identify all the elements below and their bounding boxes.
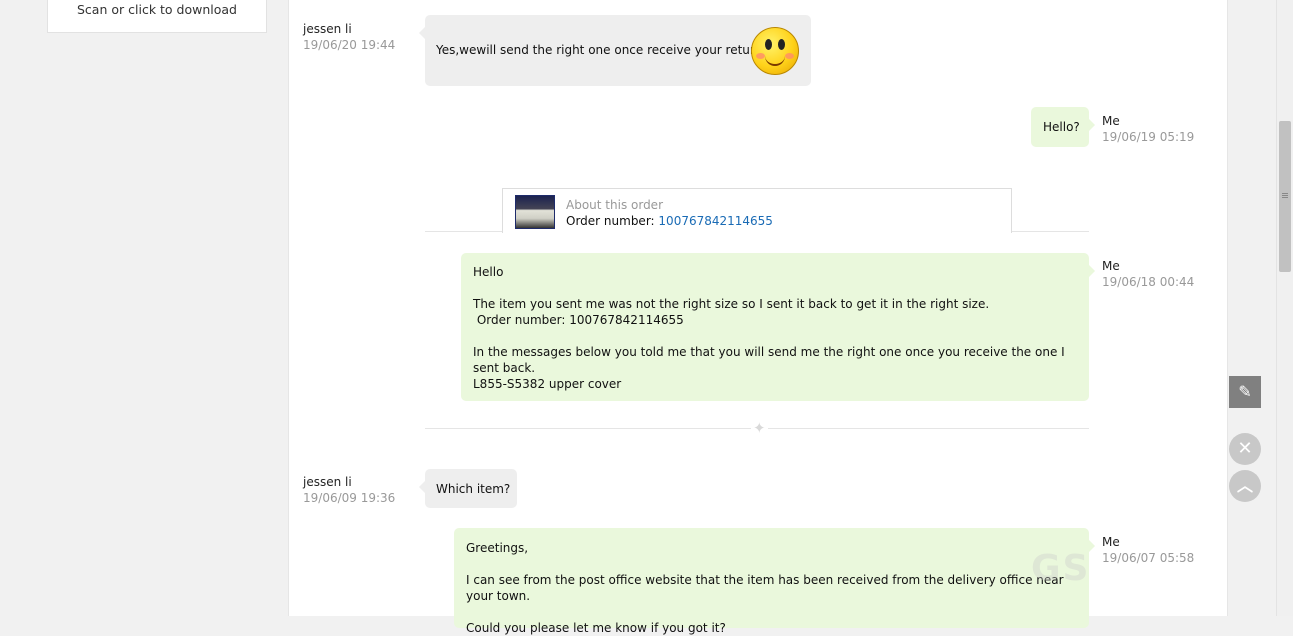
author-name: jessen li xyxy=(303,475,352,489)
message-bubble-outgoing: Hello The item you sent me was not the r… xyxy=(461,253,1095,401)
grip-icon xyxy=(1282,193,1288,194)
message-author: jessen li 19/06/09 19:36 xyxy=(303,475,395,505)
order-number-line: Order number: 100767842114655 xyxy=(566,214,773,228)
order-number-label: Order number: xyxy=(566,214,655,228)
order-card-title: About this order xyxy=(566,198,664,212)
message-author: jessen li 19/06/20 19:44 xyxy=(303,22,395,52)
message-bubble-incoming: Which item? xyxy=(419,469,517,508)
smiley-icon xyxy=(751,27,799,75)
message-time: 19/06/19 05:19 xyxy=(1102,130,1195,144)
author-name: Me xyxy=(1102,535,1120,549)
message-bubble-incoming: Yes,wewill send the right one once recei… xyxy=(419,15,811,86)
pencil-icon[interactable]: ✎ xyxy=(1229,376,1261,408)
message-author: Me 19/06/07 05:58 xyxy=(1102,535,1194,565)
message-text: Hello The item you sent me was not the r… xyxy=(473,265,1065,391)
message-author: Me 19/06/18 00:44 xyxy=(1102,259,1194,289)
message-text: Which item? xyxy=(436,482,511,496)
message-time: 19/06/09 19:36 xyxy=(303,491,396,505)
author-name: Me xyxy=(1102,259,1120,273)
message-text: Hello? xyxy=(1043,120,1080,134)
download-text: Scan or click to download xyxy=(77,2,237,17)
message-time: 19/06/07 05:58 xyxy=(1102,551,1195,565)
message-bubble-outgoing: Greetings, I can see from the post offic… xyxy=(454,528,1095,635)
scroll-top-icon[interactable]: ︿ xyxy=(1229,470,1261,502)
author-name: jessen li xyxy=(303,22,352,36)
product-thumbnail[interactable] xyxy=(515,195,555,229)
message-author: Me 19/06/19 05:19 xyxy=(1102,114,1194,144)
order-card[interactable]: About this order Order number: 100767842… xyxy=(502,188,1012,233)
scrollbar-thumb[interactable] xyxy=(1279,121,1291,272)
order-divider xyxy=(425,231,503,232)
close-icon[interactable]: ✕ xyxy=(1229,433,1261,465)
watermark-logo: GS xyxy=(1031,548,1091,589)
message-time: 19/06/18 00:44 xyxy=(1102,275,1195,289)
separator-star-icon: ✦ xyxy=(751,419,768,437)
author-name: Me xyxy=(1102,114,1120,128)
message-thread[interactable]: jessen li 19/06/20 19:44 Yes,wewill send… xyxy=(288,0,1228,635)
message-text: Greetings, I can see from the post offic… xyxy=(466,541,1064,635)
app-download-card[interactable]: Scan or click to download xyxy=(47,0,267,33)
order-number-link[interactable]: 100767842114655 xyxy=(658,214,773,228)
message-text: Yes,wewill send the right one once recei… xyxy=(436,43,778,57)
order-divider xyxy=(1010,231,1089,232)
message-time: 19/06/20 19:44 xyxy=(303,38,396,52)
vertical-scrollbar[interactable] xyxy=(1276,0,1293,616)
message-bubble-outgoing: Hello? xyxy=(1031,107,1095,147)
